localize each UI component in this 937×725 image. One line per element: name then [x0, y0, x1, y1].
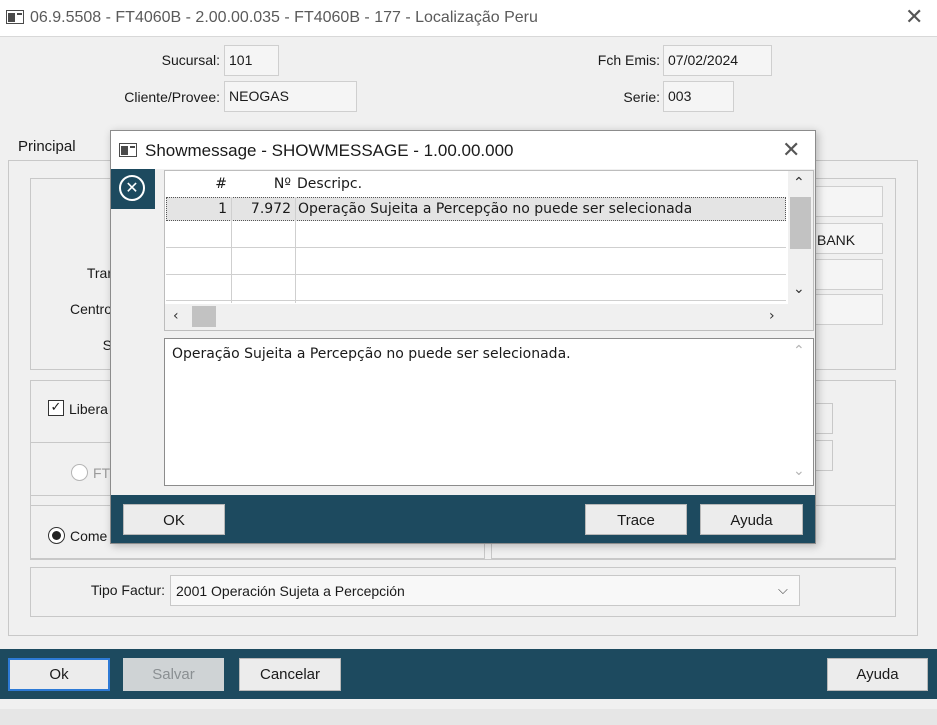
scrollbar-thumb[interactable]: [192, 306, 216, 327]
ok-button[interactable]: Ok: [8, 658, 110, 691]
right-box-2[interactable]: [814, 440, 833, 471]
window-title: 06.9.5508 - FT4060B - 2.00.00.035 - FT40…: [30, 9, 538, 26]
come-label: Come: [70, 528, 108, 544]
right-field-3[interactable]: [812, 259, 883, 290]
come-radio[interactable]: [48, 527, 65, 544]
grid-col-divider: [231, 197, 232, 303]
grid-header-num: Nº: [273, 176, 291, 192]
cliente-label: Cliente/Provee:: [124, 89, 220, 105]
libera-checkbox[interactable]: ✓: [48, 400, 64, 416]
scrollbar-thumb[interactable]: [790, 197, 811, 249]
grid-cell-code: 7.972: [250, 201, 291, 217]
tipo-factur-label: Tipo Factur:: [90, 582, 165, 598]
grid-header-hash: #: [215, 176, 227, 192]
dialog-close-icon[interactable]: ✕: [782, 140, 800, 162]
message-memo[interactable]: Operação Sujeita a Percepção no puede se…: [164, 338, 814, 486]
grid-row-divider: [166, 300, 786, 301]
scroll-right-icon[interactable]: ›: [769, 308, 775, 324]
memo-scroll-down-icon[interactable]: ⌄: [793, 463, 805, 479]
ft-label: FT: [93, 465, 111, 481]
tab-principal[interactable]: Principal: [18, 138, 76, 155]
right-field-1[interactable]: [812, 186, 883, 217]
dialog-ok-button[interactable]: OK: [123, 504, 225, 535]
dialog-ayuda-button[interactable]: Ayuda: [700, 504, 803, 535]
grid-vertical-scrollbar[interactable]: ⌃ ⌄: [788, 171, 813, 304]
message-grid[interactable]: # Nº Descripc. 1 7.972 Operação Sujeita …: [164, 170, 814, 331]
salvar-button[interactable]: Salvar: [123, 658, 224, 691]
cliente-field[interactable]: NEOGAS: [224, 81, 357, 112]
grid-col-divider: [295, 197, 296, 303]
cancelar-button[interactable]: Cancelar: [239, 658, 341, 691]
right-field-bank[interactable]: BANK: [812, 223, 883, 254]
centro-label: Centro: [69, 301, 112, 317]
ft-radio[interactable]: [71, 464, 88, 481]
grid-cell-description: Operação Sujeita a Percepção no puede se…: [298, 201, 693, 217]
dialog-title: Showmessage - SHOWMESSAGE - 1.00.00.000: [145, 141, 514, 160]
fch-emis-label: Fch Emis:: [597, 52, 660, 68]
close-icon[interactable]: ✕: [905, 7, 923, 29]
tipo-factur-value: 2001 Operación Sujeta a Percepción: [176, 583, 405, 599]
status-strip: [0, 709, 937, 725]
window-titlebar: 06.9.5508 - FT4060B - 2.00.00.035 - FT40…: [0, 0, 937, 36]
error-icon-column: ✕: [111, 169, 155, 209]
error-circle-icon: ✕: [119, 175, 145, 201]
grid-row-divider: [166, 247, 786, 248]
grid-cell-index: 1: [218, 201, 227, 217]
s-label: S: [102, 337, 112, 353]
right-field-4[interactable]: [812, 294, 883, 325]
serie-label: Serie:: [623, 89, 660, 105]
sucursal-field[interactable]: 101: [224, 45, 279, 76]
grid-horizontal-scrollbar[interactable]: ‹ ›: [165, 304, 813, 330]
sucursal-label: Sucursal:: [161, 52, 220, 68]
scroll-down-icon[interactable]: ⌄: [793, 281, 805, 297]
titlebar-divider: [0, 36, 937, 37]
tipo-factur-select[interactable]: 2001 Operación Sujeta a Percepción ⌵: [170, 575, 800, 606]
tran-label: Trar: [86, 265, 112, 281]
dialog-titlebar: Showmessage - SHOWMESSAGE - 1.00.00.000 …: [111, 131, 815, 169]
chevron-down-icon: ⌵: [778, 583, 788, 598]
memo-scroll-up-icon[interactable]: ⌃: [793, 343, 805, 359]
right-box-1[interactable]: [814, 403, 833, 434]
ayuda-button[interactable]: Ayuda: [827, 658, 928, 691]
window-app-icon: [6, 10, 24, 24]
grid-header-descripc: Descripc.: [297, 176, 363, 192]
table-row[interactable]: 1 7.972 Operação Sujeita a Percepção no …: [166, 197, 786, 221]
trace-button[interactable]: Trace: [585, 504, 687, 535]
scroll-left-icon[interactable]: ‹: [173, 308, 179, 324]
libera-label: Libera: [69, 401, 108, 417]
scroll-up-icon[interactable]: ⌃: [793, 175, 805, 191]
grid-row-divider: [166, 274, 786, 275]
showmessage-dialog: Showmessage - SHOWMESSAGE - 1.00.00.000 …: [110, 130, 816, 544]
fch-emis-field[interactable]: 07/02/2024: [663, 45, 772, 76]
serie-field[interactable]: 003: [663, 81, 734, 112]
message-text: Operação Sujeita a Percepção no puede se…: [172, 346, 571, 362]
dialog-button-bar: OK Trace Ayuda: [111, 495, 815, 543]
dialog-app-icon: [119, 143, 137, 157]
